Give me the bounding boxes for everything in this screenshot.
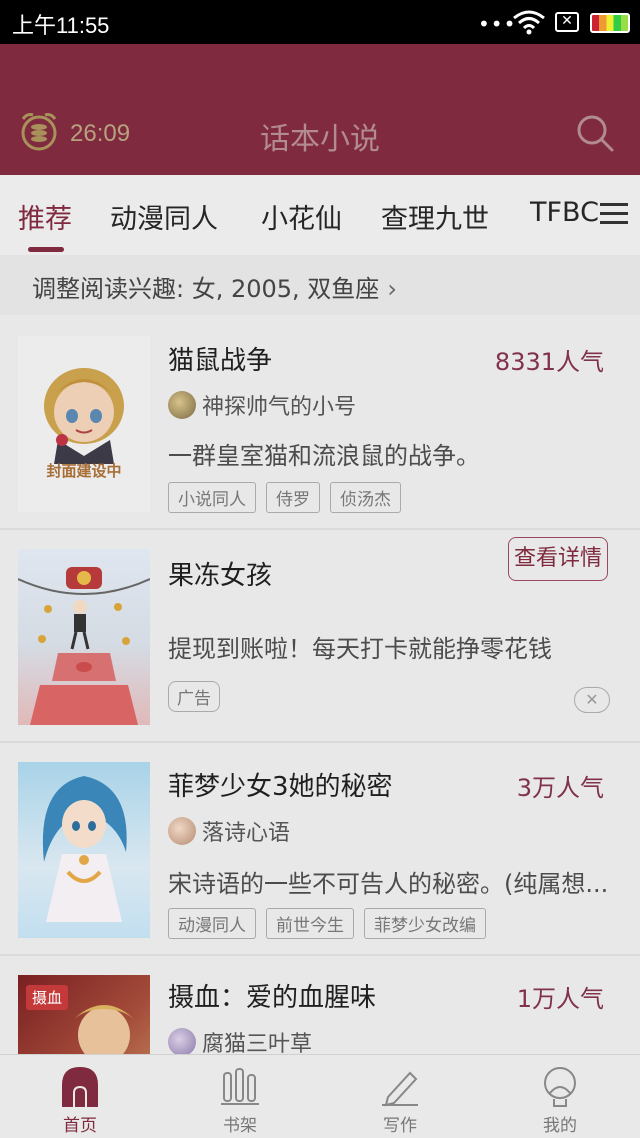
book-description: 一群皇室猫和流浪鼠的战争。 (168, 442, 480, 470)
popularity-count: 8331人气 (494, 348, 604, 376)
interest-text: 调整阅读兴趣: 女, 2005, 双鱼座 (32, 275, 380, 303)
ad-cover (18, 549, 150, 725)
app-header: 26:09 话本小说 (0, 44, 640, 175)
book-cover: 封面建设中 (18, 336, 150, 512)
no-sim-icon: ✕ (555, 12, 579, 32)
status-time: 上午11:55 (12, 13, 110, 38)
home-icon (62, 1067, 98, 1107)
book-card[interactable]: 菲梦少女3她的秘密 3万人气 落诗心语 宋诗语的一些不可告人的秘密。(纯属想..… (0, 744, 640, 956)
nav-label: 写作 (383, 1116, 417, 1136)
ad-title: 果冻女孩 (168, 561, 273, 591)
author-avatar (168, 391, 196, 419)
interest-settings[interactable]: 调整阅读兴趣: 女, 2005, 双鱼座 › (0, 255, 640, 315)
ad-card[interactable]: 果冻女孩 查看详情 提现到账啦！每天打卡就能挣零花钱 广告 ✕ (0, 531, 640, 743)
view-details-button[interactable]: 查看详情 (508, 537, 608, 581)
nav-profile[interactable]: 我的 (480, 1055, 640, 1138)
author-info[interactable]: 神探帅气的小号 (168, 390, 356, 420)
search-icon[interactable] (574, 112, 616, 154)
bottom-nav: 首页 书架 写作 我的 (0, 1054, 640, 1138)
author-avatar (168, 1028, 196, 1056)
book-title: 菲梦少女3她的秘密 (168, 772, 393, 802)
tag[interactable]: 侍罗 (266, 482, 320, 513)
book-tags: 小说同人 侍罗 侦汤杰 (168, 482, 401, 513)
jelly-girl-illustration (18, 567, 150, 725)
book-title: 摄血：爱的血腥味 (168, 983, 377, 1013)
tab-charlie-ninth[interactable]: 查理九世 (381, 197, 489, 236)
magical-girl-illustration (42, 776, 127, 922)
book-card[interactable]: 摄血 摄血：爱的血腥味 1万人气 腐猫三叶草 (0, 957, 640, 1057)
anime-girl-illustration (44, 368, 124, 464)
tab-tfbc[interactable]: TFBC (530, 197, 599, 228)
tag[interactable]: 侦汤杰 (330, 482, 401, 513)
book-title: 猫鼠战争 (168, 346, 273, 376)
author-name: 落诗心语 (202, 821, 291, 846)
nav-label: 我的 (543, 1116, 577, 1136)
cover-title-text: 摄血 (26, 985, 69, 1010)
tab-recommend[interactable]: 推荐 (18, 197, 72, 236)
active-tab-indicator (28, 247, 64, 252)
book-description: 宋诗语的一些不可告人的秘密。(纯属想... (168, 870, 609, 898)
wifi-icon (513, 10, 545, 35)
app-title: 话本小说 (260, 122, 380, 157)
nav-label: 首页 (63, 1116, 97, 1136)
popularity-count: 3万人气 (516, 774, 604, 802)
book-cover (18, 762, 150, 938)
tab-xiaohuaxian[interactable]: 小花仙 (261, 197, 342, 236)
author-name: 腐猫三叶草 (202, 1032, 313, 1057)
nav-bookshelf[interactable]: 书架 (160, 1055, 320, 1138)
book-tags: 动漫同人 前世今生 菲梦少女改编 (168, 908, 486, 939)
nav-write[interactable]: 写作 (320, 1055, 480, 1138)
status-bar: 上午11:55 ••• ✕ (0, 0, 640, 44)
popularity-count: 1万人气 (516, 985, 604, 1013)
chevron-right-icon: › (387, 275, 397, 303)
cover-placeholder-text: 封面建设中 (46, 462, 122, 480)
book-cover: 摄血 (18, 975, 150, 1057)
author-info[interactable]: 腐猫三叶草 (168, 1027, 312, 1057)
nav-label: 书架 (223, 1116, 257, 1136)
bookshelf-icon (221, 1068, 259, 1105)
battery-icon (590, 13, 630, 33)
tag[interactable]: 菲梦少女改编 (364, 908, 486, 939)
pencil-icon (382, 1071, 418, 1107)
author-name: 神探帅气的小号 (202, 395, 357, 420)
tag[interactable]: 小说同人 (168, 482, 256, 513)
ad-description: 提现到账啦！每天打卡就能挣零花钱 (168, 635, 552, 663)
nav-home[interactable]: 首页 (0, 1055, 160, 1138)
close-ad-icon[interactable]: ✕ (574, 687, 610, 713)
tag[interactable]: 前世今生 (266, 908, 354, 939)
author-avatar (168, 817, 196, 845)
tab-anime-fanfic[interactable]: 动漫同人 (110, 197, 218, 236)
author-info[interactable]: 落诗心语 (168, 816, 290, 846)
ad-badge: 广告 (168, 681, 220, 712)
menu-icon[interactable] (598, 199, 632, 229)
tag[interactable]: 动漫同人 (168, 908, 256, 939)
more-dots-icon: ••• (478, 12, 517, 36)
book-card[interactable]: 封面建设中 猫鼠战争 8331人气 神探帅气的小号 一群皇室猫和流浪鼠的战争。 … (0, 316, 640, 530)
category-tabs: 推荐 动漫同人 小花仙 查理九世 TFBC (0, 175, 640, 255)
profile-icon (544, 1067, 576, 1107)
